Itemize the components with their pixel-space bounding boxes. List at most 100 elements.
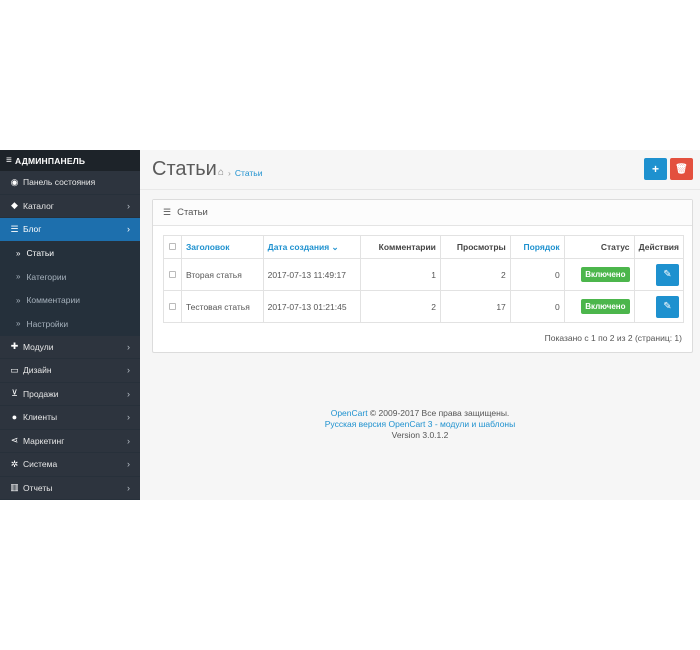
col-status: Статус	[563, 235, 635, 259]
tag-icon: ◆	[11, 200, 18, 211]
select-all-checkbox[interactable]	[168, 243, 176, 250]
home-icon[interactable]: ⌂	[218, 167, 224, 178]
cart-icon: ⊻	[11, 388, 18, 399]
col-date[interactable]: Дата создания ⌄	[262, 235, 362, 259]
page-header: Статьи ⌂ › Статьи + 🗑	[140, 150, 700, 190]
sidebar-item-label: Продажи	[23, 388, 59, 399]
submenu-item-0[interactable]: » Статьи	[0, 242, 140, 266]
cell-actions: ✎	[633, 290, 685, 323]
sidebar-item-label: Маркетинг	[23, 435, 65, 446]
col-title[interactable]: Заголовок	[180, 235, 264, 259]
sidebar-title: АДМИНПАНЕЛЬ	[15, 155, 86, 166]
add-button[interactable]: +	[644, 158, 667, 180]
chevron-right-icon: ›	[127, 459, 130, 469]
submenu-item-label: Категории	[26, 271, 67, 282]
russian-version-link[interactable]: Русская версия OpenCart 3 - модули и шаб…	[140, 419, 700, 430]
sidebar: ≡ АДМИНПАНЕЛЬ ◉ Панель состояния ◆ Каталог ›…	[0, 150, 140, 500]
sidebar-item-3[interactable]: ✚ Модули ›	[0, 336, 140, 359]
sidebar-item-label: Блог	[23, 224, 42, 235]
sidebar-item-label: Дизайн	[23, 365, 52, 376]
double-chevron-icon: »	[16, 295, 21, 305]
table-header-row: Заголовок Дата создания ⌄ Комментарии Пр…	[163, 235, 685, 259]
list-icon: ☰	[10, 223, 19, 234]
monitor-icon: ▭	[10, 364, 19, 375]
breadcrumb-articles[interactable]: Статьи	[235, 168, 263, 178]
user-icon: ●	[11, 412, 18, 423]
sidebar-item-label: Каталог	[23, 200, 54, 211]
chevron-right-icon: ›	[127, 224, 130, 234]
submenu-item-label: Настройки	[26, 318, 69, 329]
cell-date: 2017-07-13 01:21:45	[262, 290, 362, 323]
chevron-right-icon: ›	[127, 200, 130, 211]
row-checkbox[interactable]	[168, 302, 176, 310]
cell-status: Включено	[563, 258, 635, 291]
plus-icon: +	[651, 162, 659, 176]
hamburger-icon[interactable]: ≡	[6, 155, 12, 166]
submenu-item-label: Комментарии	[26, 295, 80, 306]
sidebar-item-label: Клиенты	[23, 412, 58, 423]
sidebar-item-4[interactable]: ▭ Дизайн ›	[0, 359, 140, 383]
cell-views: 17	[439, 290, 511, 323]
edit-button[interactable]: ✎	[656, 263, 679, 286]
page-title: Статьи	[152, 158, 217, 180]
pagination-info: Показано с 1 по 2 из 2 (страниц: 1)	[544, 333, 682, 343]
col-views: Просмотры	[439, 235, 511, 259]
submenu-item-3[interactable]: » Настройки	[0, 312, 140, 336]
panel-heading: ☰ Статьи	[153, 200, 692, 226]
sidebar-item-8[interactable]: ✲ Система ›	[0, 453, 140, 477]
sidebar-item-9[interactable]: ▥ Отчеты ›	[0, 477, 140, 500]
table-body: Вторая статья 2017-07-13 11:49:17 1 2 0 Включ…	[163, 258, 685, 323]
cell-order: 0	[509, 258, 565, 291]
row-checkbox[interactable]	[168, 270, 176, 278]
col-order[interactable]: Порядок	[509, 235, 565, 259]
version-text: Version 3.0.1.2	[391, 430, 449, 440]
status-badge: Включено	[581, 267, 630, 282]
cell-views: 2	[439, 258, 511, 291]
panel-title: Статьи	[177, 207, 208, 218]
breadcrumb-separator: ›	[228, 167, 231, 178]
chevron-right-icon: ›	[127, 412, 130, 422]
sidebar-item-5[interactable]: ⊻ Продажи ›	[0, 383, 140, 406]
sidebar-item-1[interactable]: ◆ Каталог ›	[0, 195, 140, 218]
footer-copyright: OpenCart © 2009-2017 Все права защищены.	[140, 408, 700, 419]
chevron-right-icon: ›	[127, 435, 130, 446]
cell-title: Вторая статья	[180, 258, 264, 291]
articles-table: Заголовок Дата создания ⌄ Комментарии Пр…	[163, 235, 685, 323]
sidebar-nav: ◉ Панель состояния ◆ Каталог › ☰ Блог ›» Статьи»…	[0, 171, 140, 500]
puzzle-icon: ✚	[10, 341, 19, 352]
edit-button[interactable]: ✎	[656, 295, 679, 318]
sidebar-item-0[interactable]: ◉ Панель состояния	[0, 171, 140, 195]
cell-status: Включено	[563, 290, 635, 323]
copyright-text: © 2009-2017 Все права защищены.	[367, 408, 510, 418]
cell-actions: ✎	[633, 258, 685, 291]
dashboard-icon: ◉	[10, 176, 19, 187]
cell-date: 2017-07-13 11:49:17	[262, 258, 362, 291]
delete-button[interactable]: 🗑	[670, 158, 693, 180]
footer: OpenCart © 2009-2017 Все права защищены.…	[140, 408, 700, 441]
chevron-right-icon: ›	[127, 482, 130, 493]
col-actions: Действия	[633, 235, 685, 259]
bar-chart-icon: ▥	[10, 482, 19, 493]
status-badge: Включено	[581, 299, 630, 314]
submenu-item-2[interactable]: » Комментарии	[0, 289, 140, 313]
opencart-link[interactable]: OpenCart	[331, 408, 368, 418]
gear-icon: ✲	[10, 458, 19, 469]
sidebar-item-2[interactable]: ☰ Блог ›	[0, 218, 140, 242]
cell-order: 0	[509, 290, 565, 323]
submenu-item-label: Статьи	[26, 248, 54, 259]
chevron-right-icon: ›	[127, 341, 130, 352]
share-icon: ⋖	[10, 435, 19, 446]
col-comments: Комментарии	[360, 235, 441, 259]
sidebar-item-7[interactable]: ⋖ Маркетинг ›	[0, 430, 140, 453]
blog-submenu: » Статьи » Категории » Комментарии » Настройки	[0, 241, 140, 336]
sidebar-item-6[interactable]: ● Клиенты ›	[0, 406, 140, 430]
sidebar-item-label: Панель состояния	[23, 177, 96, 188]
cell-comments: 1	[360, 258, 441, 291]
double-chevron-icon: »	[16, 319, 21, 329]
sidebar-header[interactable]: ≡ АДМИНПАНЕЛЬ	[0, 150, 140, 171]
double-chevron-icon: »	[16, 272, 21, 282]
table-row: Вторая статья 2017-07-13 11:49:17 1 2 0 Включ…	[163, 258, 685, 291]
chevron-right-icon: ›	[127, 365, 130, 375]
submenu-item-1[interactable]: » Категории	[0, 265, 140, 289]
row-checkbox-cell	[163, 290, 182, 323]
